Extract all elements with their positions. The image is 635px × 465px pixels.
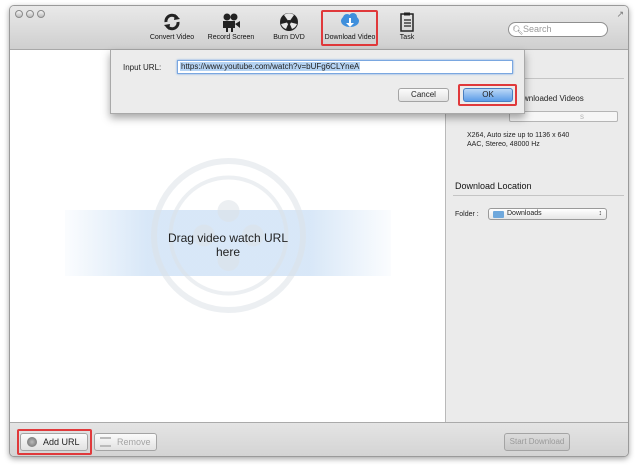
zoom-window-icon[interactable] bbox=[37, 10, 45, 18]
download-video-highlight bbox=[321, 10, 378, 46]
toolbar-record-screen[interactable]: Record Screen bbox=[207, 12, 255, 41]
clipboard-icon bbox=[400, 12, 414, 32]
url-input[interactable]: https://www.youtube.com/watch?v=bUFg6CLY… bbox=[177, 60, 513, 74]
remove-label: Remove bbox=[117, 437, 151, 447]
cancel-button[interactable]: Cancel bbox=[398, 88, 449, 102]
toolbar-label: Record Screen bbox=[207, 34, 255, 41]
url-input-value: https://www.youtube.com/watch?v=bUFg6CLY… bbox=[180, 62, 361, 71]
ok-highlight bbox=[458, 84, 517, 106]
bottom-bar: Add URL Remove Start Download bbox=[10, 422, 628, 456]
add-url-highlight bbox=[17, 429, 92, 455]
cancel-label: Cancel bbox=[411, 90, 436, 99]
folder-label: Folder : bbox=[455, 211, 479, 218]
download-location-heading: Download Location bbox=[455, 181, 532, 191]
toolbar-task[interactable]: Task bbox=[392, 12, 422, 41]
toolbar: Convert Video Record Screen Burn DVD Dow… bbox=[10, 6, 628, 50]
input-url-dialog: Input URL: https://www.youtube.com/watch… bbox=[110, 50, 525, 114]
toolbar-burn-dvd[interactable]: Burn DVD bbox=[268, 12, 310, 41]
toolbar-convert-video[interactable]: Convert Video bbox=[149, 12, 195, 41]
toolbar-label: Convert Video bbox=[149, 34, 195, 41]
format-button[interactable]: s bbox=[509, 111, 618, 122]
toolbar-label: Task bbox=[399, 34, 415, 41]
search-field[interactable]: 🔍︎ Search bbox=[508, 22, 608, 37]
video-format-info: X264, Auto size up to 1136 x 640 bbox=[467, 132, 570, 139]
folder-icon bbox=[493, 211, 504, 218]
video-camera-icon bbox=[223, 13, 240, 32]
toolbar-label: Burn DVD bbox=[273, 34, 305, 41]
radiation-disc-icon bbox=[280, 13, 298, 31]
audio-format-info: AAC, Stereo, 48000 Hz bbox=[467, 141, 540, 148]
remove-button[interactable]: Remove bbox=[94, 433, 157, 451]
folder-value: Downloads bbox=[507, 210, 542, 217]
search-icon: 🔍︎ bbox=[512, 25, 524, 35]
start-download-label: Start Download bbox=[509, 437, 565, 446]
chevron-updown-icon: ↕ bbox=[598, 210, 603, 217]
folder-select[interactable]: Downloads ↕ bbox=[488, 208, 607, 220]
start-download-button[interactable]: Start Download bbox=[504, 433, 570, 451]
list-icon bbox=[100, 437, 111, 447]
refresh-icon bbox=[164, 13, 180, 31]
divider bbox=[453, 195, 624, 196]
fullscreen-icon[interactable]: ↗ bbox=[616, 9, 624, 20]
downloaded-videos-heading: wnloaded Videos bbox=[523, 94, 584, 103]
close-window-icon[interactable] bbox=[15, 10, 23, 18]
format-button-label: s bbox=[580, 112, 584, 121]
minimize-window-icon[interactable] bbox=[26, 10, 34, 18]
search-placeholder: Search bbox=[523, 24, 552, 34]
input-url-label: Input URL: bbox=[123, 63, 162, 72]
drop-instruction: Drag video watch URL here bbox=[167, 231, 289, 259]
